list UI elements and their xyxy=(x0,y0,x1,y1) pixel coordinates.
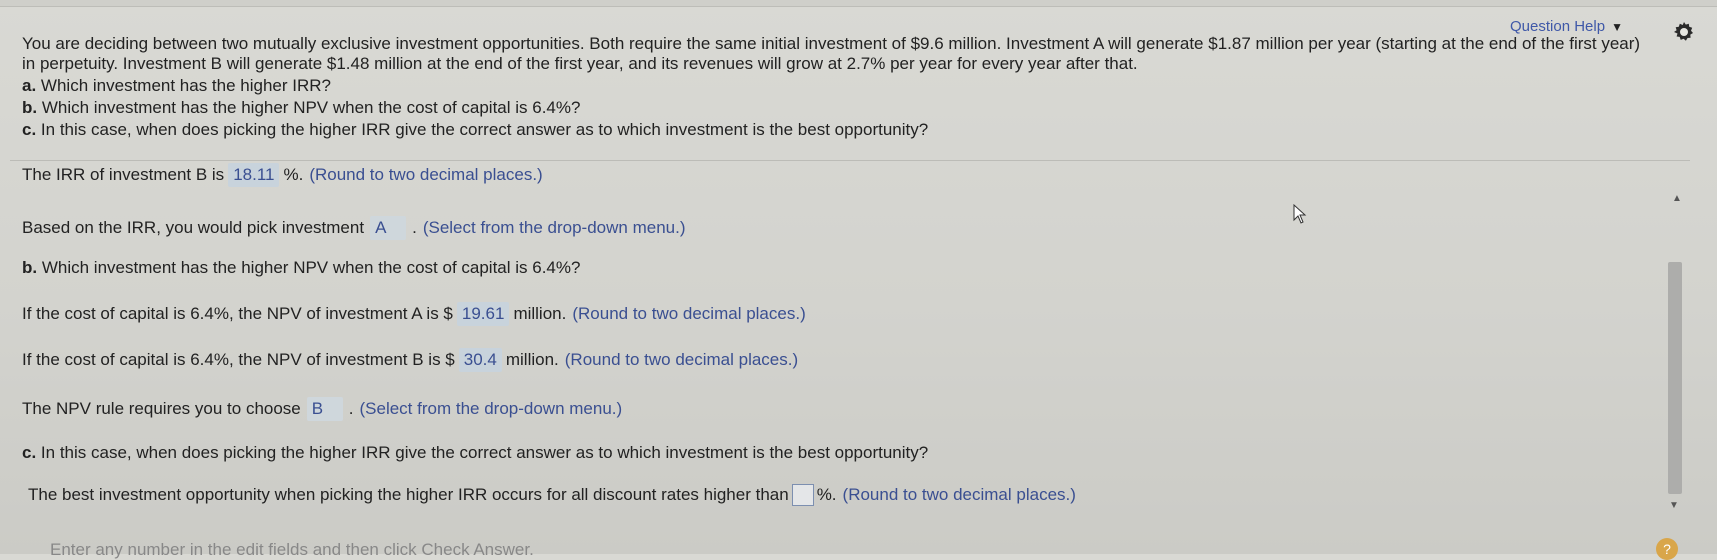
statement-line-2: in perpetuity. Investment B will generat… xyxy=(22,54,1138,73)
best-rate-row: The best investment opportunity when pic… xyxy=(28,484,1076,506)
scroll-up-icon[interactable]: ▲ xyxy=(1672,193,1682,204)
npv-rule-row: The NPV rule requires you to choose B . … xyxy=(22,397,622,421)
part-c-letter: c. xyxy=(22,443,37,462)
npv-a-prefix: If the cost of capital is 6.4%, the NPV … xyxy=(22,304,453,323)
part-b-text: Which investment has the higher NPV when… xyxy=(41,258,581,277)
question-part-b: b. Which investment has the higher NPV w… xyxy=(22,98,581,117)
divider xyxy=(10,160,1690,161)
part-c-heading: c. In this case, when does picking the h… xyxy=(22,443,928,463)
best-rate-prefix: The best investment opportunity when pic… xyxy=(28,485,789,504)
question-help-button[interactable]: Question Help ▼ xyxy=(1510,18,1623,35)
irr-pick-row: Based on the IRR, you would pick investm… xyxy=(22,216,685,240)
irr-b-answer-field[interactable]: 18.11 xyxy=(228,163,280,187)
npv-rule-suffix: . xyxy=(348,399,354,418)
npv-b-prefix: If the cost of capital is 6.4%, the NPV … xyxy=(22,350,455,369)
irr-b-prefix: The IRR of investment B is xyxy=(22,165,225,184)
irr-pick-prefix: Based on the IRR, you would pick investm… xyxy=(22,218,365,237)
top-border xyxy=(0,0,1717,7)
question-help-label: Question Help xyxy=(1510,18,1606,35)
npv-b-hint: (Round to two decimal places.) xyxy=(564,350,799,369)
irr-b-suffix: %. xyxy=(283,165,304,184)
best-rate-input[interactable] xyxy=(791,484,814,506)
npv-rule-hint: (Select from the drop-down menu.) xyxy=(359,399,623,418)
part-c-text: In this case, when does picking the high… xyxy=(40,443,929,462)
part-b-heading: b. Which investment has the higher NPV w… xyxy=(22,258,580,278)
triangle-down-icon: ▼ xyxy=(1611,19,1623,34)
npv-a-suffix: million. xyxy=(513,304,567,323)
npv-a-hint: (Round to two decimal places.) xyxy=(572,304,806,323)
npv-rule-dropdown[interactable]: B xyxy=(306,397,343,421)
npv-b-suffix: million. xyxy=(505,350,559,369)
question-part-c: c. In this case, when does picking the h… xyxy=(22,120,929,139)
scrollbar-thumb[interactable] xyxy=(1668,262,1682,494)
npv-a-row: If the cost of capital is 6.4%, the NPV … xyxy=(22,302,806,326)
npv-a-answer-field[interactable]: 19.61 xyxy=(456,302,510,326)
question-part-a: a. Which investment has the higher IRR? xyxy=(22,76,332,95)
statement-line-1: You are deciding between two mutually ex… xyxy=(22,34,1641,53)
irr-b-row: The IRR of investment B is 18.11 %. (Rou… xyxy=(22,163,543,187)
irr-pick-dropdown[interactable]: A xyxy=(370,216,407,240)
instruction-text: Enter any number in the edit fields and … xyxy=(50,540,534,559)
irr-pick-suffix: . xyxy=(412,218,417,237)
best-rate-suffix: %. xyxy=(816,485,837,504)
mouse-cursor-icon xyxy=(1293,204,1307,224)
problem-statement: You are deciding between two mutually ex… xyxy=(22,34,1702,140)
scroll-down-icon[interactable]: ▼ xyxy=(1669,500,1679,511)
help-icon[interactable]: ? xyxy=(1656,538,1678,560)
npv-rule-prefix: The NPV rule requires you to choose xyxy=(22,399,301,418)
best-rate-hint: (Round to two decimal places.) xyxy=(842,485,1076,504)
part-b-letter: b. xyxy=(22,258,38,277)
irr-b-hint: (Round to two decimal places.) xyxy=(309,165,543,184)
irr-pick-hint: (Select from the drop-down menu.) xyxy=(422,218,686,237)
npv-b-answer-field[interactable]: 30.4 xyxy=(458,348,502,372)
npv-b-row: If the cost of capital is 6.4%, the NPV … xyxy=(22,348,798,372)
